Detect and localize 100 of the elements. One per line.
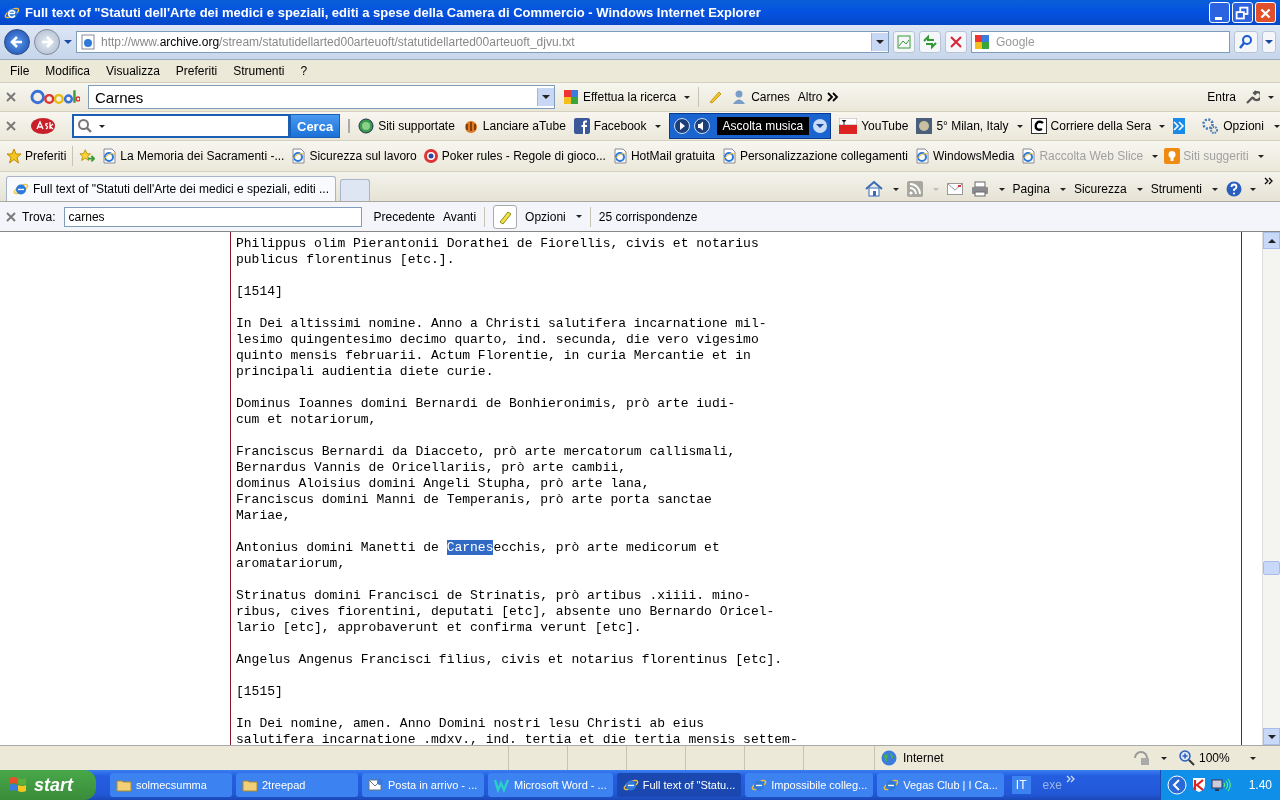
menu-item[interactable]: File xyxy=(2,62,38,80)
highlight-button[interactable] xyxy=(493,204,518,229)
ask-search-button[interactable]: Cerca xyxy=(290,114,341,138)
pencil-icon[interactable] xyxy=(707,89,724,105)
menu-item[interactable]: ? xyxy=(292,62,316,80)
forward-button[interactable] xyxy=(34,29,60,55)
close-icon[interactable] xyxy=(6,211,16,222)
maximize-button[interactable] xyxy=(1232,2,1253,23)
address-dropdown-button[interactable] xyxy=(871,33,888,51)
search-input[interactable]: Google xyxy=(994,34,1229,50)
lock-icon xyxy=(1133,750,1151,766)
google-logo-icon xyxy=(30,87,80,107)
collapse-tray-icon[interactable] xyxy=(1166,775,1187,795)
network-icon[interactable] xyxy=(1210,777,1231,793)
close-icon[interactable] xyxy=(6,92,16,102)
text-line: publicus florentinus [etc.]. xyxy=(236,252,455,268)
menu-item[interactable]: Visualizza xyxy=(98,62,168,80)
search-field[interactable]: Google xyxy=(971,31,1230,53)
text-line: salutifera incarnatione .mdxv., ind. tertia et die tertia mensis settem- xyxy=(236,732,798,745)
menu-item[interactable]: Strumenti xyxy=(225,62,293,80)
settings-button[interactable] xyxy=(1244,89,1274,105)
zoom-button[interactable]: 100% xyxy=(1179,750,1274,766)
close-button[interactable] xyxy=(1255,2,1276,23)
scrollbar[interactable] xyxy=(1262,232,1280,745)
toolbar-button[interactable]: Siti supportate xyxy=(358,118,455,134)
taskbar-button[interactable]: 2treepad xyxy=(236,773,358,797)
search-button[interactable]: Effettua la ricerca xyxy=(563,89,691,105)
find-field[interactable]: carnes xyxy=(63,206,362,227)
star-icon xyxy=(6,148,22,164)
back-button[interactable] xyxy=(4,29,30,55)
web-page-icon xyxy=(1020,148,1037,164)
favorites-link[interactable]: WindowsMedia xyxy=(914,148,1015,164)
chevron-icon[interactable] xyxy=(1264,177,1274,185)
dropdown-button[interactable] xyxy=(813,119,828,133)
browser-logo-icon xyxy=(883,777,900,793)
protected-mode-button[interactable] xyxy=(1133,750,1167,766)
magnifier-icon xyxy=(1179,750,1195,766)
letter-c-logo-icon xyxy=(1030,118,1047,134)
taskbar-button[interactable]: solmecsumma xyxy=(110,773,232,797)
text-line: aromatariorum, xyxy=(236,556,346,572)
profile-button[interactable]: Carnes xyxy=(731,89,790,105)
command-menu-button[interactable]: Strumenti xyxy=(1150,177,1218,201)
letter-w-icon xyxy=(494,777,510,793)
toolbar-button[interactable]: YouTube xyxy=(839,118,909,134)
light-bulb-icon xyxy=(1164,148,1181,164)
taskbar-button[interactable]: Vegas Club | I Ca... xyxy=(877,773,1004,797)
favorites-link[interactable]: La Memoria dei Sacramenti -... xyxy=(101,148,285,164)
menu-item[interactable]: Modifica xyxy=(37,62,99,80)
taskbar-button[interactable]: Posta in arrivo - ... xyxy=(362,773,484,797)
search-button[interactable] xyxy=(1234,31,1258,53)
close-icon[interactable] xyxy=(6,121,16,131)
add-favorite-icon[interactable] xyxy=(79,148,96,164)
toolbar-label: exe xyxy=(1042,778,1062,792)
ball-icon xyxy=(462,118,479,134)
toolbar-button[interactable]: Facebook xyxy=(573,118,661,134)
google-search-field[interactable]: Carnes xyxy=(88,85,555,109)
menu-item[interactable]: Preferiti xyxy=(167,62,226,80)
toolbar-button[interactable]: 5° Milan, Italy xyxy=(916,118,1023,134)
favorites-link[interactable]: Personalizzazione collegamenti xyxy=(720,148,909,164)
favorites-link[interactable]: HotMail gratuita xyxy=(611,148,715,164)
previous-button[interactable]: Precedente xyxy=(373,209,435,224)
more-button[interactable]: Altro xyxy=(797,90,839,104)
stop-button[interactable] xyxy=(945,31,967,53)
options-button[interactable]: Opzioni xyxy=(525,209,582,224)
scroll-down-button[interactable] xyxy=(1263,728,1280,745)
toolbar-button[interactable]: Lanciare aTube xyxy=(462,118,566,134)
command-menu-button[interactable]: Sicurezza xyxy=(1073,177,1143,201)
dropdown-button[interactable] xyxy=(537,88,554,106)
minimize-button[interactable] xyxy=(1209,2,1230,23)
shield-icon[interactable] xyxy=(1190,777,1207,793)
favorites-link[interactable]: Sicurezza sul lavoro xyxy=(290,148,417,164)
play-controls-icon[interactable] xyxy=(672,117,713,135)
help-icon xyxy=(1226,181,1242,197)
favorites-button[interactable]: Preferiti xyxy=(6,148,67,164)
language-indicator[interactable]: IT xyxy=(1011,776,1031,794)
chart-page-icon xyxy=(896,34,912,50)
options-button[interactable]: Opzioni xyxy=(1201,117,1280,135)
scroll-up-button[interactable] xyxy=(1263,232,1280,249)
taskbar-button[interactable]: Impossibile colleg... xyxy=(745,773,874,797)
caret-icon[interactable] xyxy=(64,40,72,44)
refresh-button[interactable] xyxy=(919,31,941,53)
music-player-widget[interactable]: Ascolta musica xyxy=(668,113,832,139)
compatibility-view-button[interactable] xyxy=(893,31,915,53)
music-station-label: Ascolta musica xyxy=(716,117,810,135)
next-button[interactable]: Avanti xyxy=(442,209,477,224)
taskbar-button[interactable]: Full text of "Statu... xyxy=(616,773,742,797)
toolbar-button[interactable]: Corriere della Sera xyxy=(1030,118,1166,134)
favorites-link[interactable]: Poker rules - Regole di gioco... xyxy=(422,148,606,164)
start-button[interactable]: start xyxy=(0,770,96,800)
ask-search-field[interactable] xyxy=(72,114,290,138)
scroll-thumb[interactable] xyxy=(1263,561,1280,575)
command-menu-button[interactable]: Pagina xyxy=(1012,177,1066,201)
web-page-icon xyxy=(101,148,118,164)
address-field[interactable]: http://www.archive.org/stream/statutidellarted00arteuoft/statutidellarted00arteuoft_djvu.txt xyxy=(76,31,889,53)
globe-icon xyxy=(881,750,897,766)
sign-in-button[interactable]: Entra xyxy=(1207,90,1236,104)
browser-tab[interactable]: Full text of "Statuti dell'Arte dei medici e speziali, editi ... xyxy=(6,176,336,201)
taskbar-button[interactable]: Microsoft Word - ... xyxy=(488,773,613,797)
search-options-button[interactable] xyxy=(1262,31,1276,53)
more-tools-button[interactable] xyxy=(1173,118,1186,134)
